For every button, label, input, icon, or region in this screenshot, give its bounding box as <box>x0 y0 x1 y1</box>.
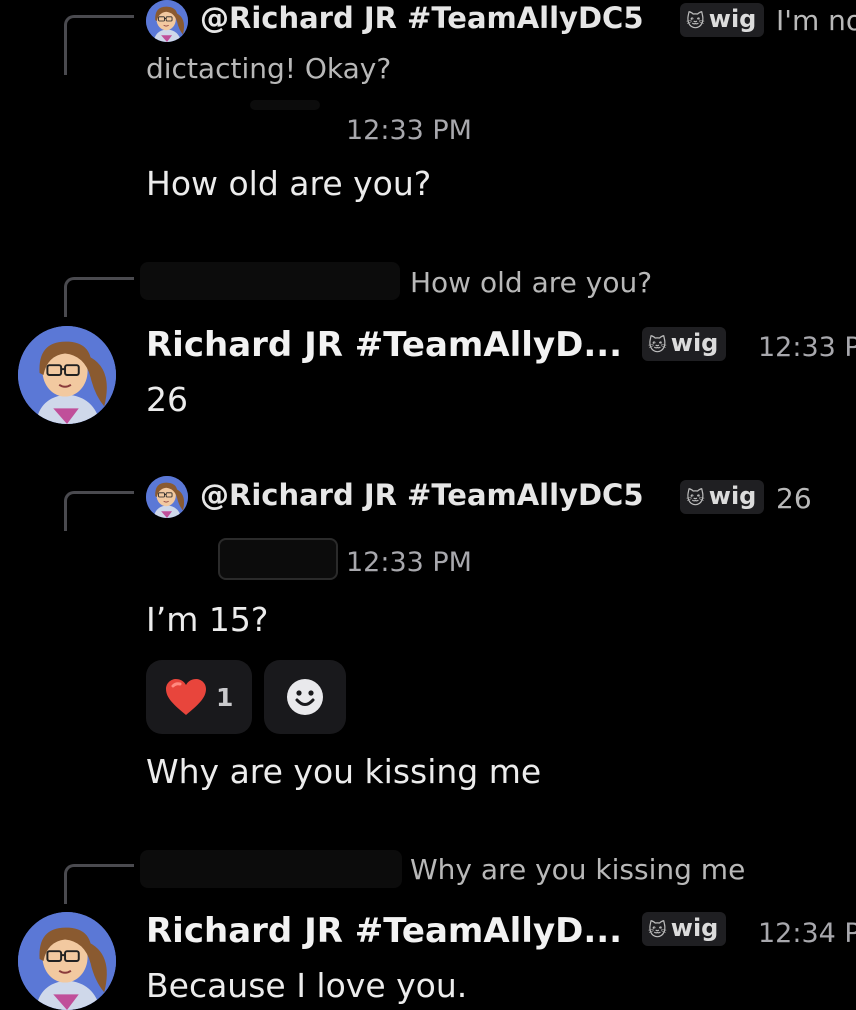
cat-tag-icon: 🐱 <box>686 11 705 32</box>
server-tag-label: wig <box>670 914 719 942</box>
cat-tag-icon: 🐱 <box>686 488 705 509</box>
reply-connector-line <box>64 15 134 75</box>
message-text: Because I love you. <box>146 966 468 1005</box>
server-tag-label: wig <box>708 5 757 33</box>
message-text: Why are you kissing me <box>146 752 542 791</box>
cat-tag-icon: 🐱 <box>648 920 667 941</box>
server-tag-label: wig <box>670 329 719 357</box>
reply-connector-line <box>64 864 134 904</box>
heart-reaction[interactable]: 1 <box>146 660 252 734</box>
redaction <box>218 538 338 580</box>
reply-connector-line <box>64 491 134 531</box>
reply-snippet[interactable]: How old are you? <box>410 266 652 299</box>
reply-avatar[interactable] <box>146 0 188 42</box>
redaction <box>250 100 320 110</box>
reaction-count: 1 <box>216 682 234 712</box>
reply-snippet[interactable]: 26 <box>776 482 812 515</box>
message-author[interactable]: Richard JR #TeamAllyD... <box>146 325 622 365</box>
server-tag[interactable]: 🐱 wig <box>680 480 765 514</box>
reply-author[interactable]: @Richard JR #TeamAllyDC5 <box>200 1 644 35</box>
message-text: I’m 15? <box>146 600 269 639</box>
message-timestamp: 12:34 PM <box>758 918 856 949</box>
user-avatar[interactable] <box>18 912 116 1010</box>
reply-avatar[interactable] <box>146 476 188 518</box>
redaction <box>140 850 402 888</box>
reply-connector-line <box>64 277 134 317</box>
smiley-face-icon <box>287 679 323 715</box>
cat-tag-icon: 🐱 <box>648 335 667 356</box>
message-text: How old are you? <box>146 164 432 203</box>
reply-snippet-continuation[interactable]: dictacting! Okay? <box>146 52 391 85</box>
add-reaction-button[interactable] <box>264 660 346 734</box>
reply-snippet[interactable]: Why are you kissing me <box>410 853 745 886</box>
message-text: 26 <box>146 380 188 419</box>
message-author[interactable]: Richard JR #TeamAllyD... <box>146 911 622 951</box>
reply-snippet[interactable]: I'm no <box>776 4 856 37</box>
message-timestamp: 12:33 PM <box>346 115 472 146</box>
heart-icon <box>166 679 206 715</box>
server-tag-label: wig <box>708 482 757 510</box>
server-tag[interactable]: 🐱 wig <box>642 912 727 946</box>
user-avatar[interactable] <box>18 326 116 424</box>
server-tag[interactable]: 🐱 wig <box>680 3 765 37</box>
message-timestamp: 12:33 PM <box>346 547 472 578</box>
server-tag[interactable]: 🐱 wig <box>642 327 727 361</box>
reply-author[interactable]: @Richard JR #TeamAllyDC5 <box>200 478 644 512</box>
message-timestamp: 12:33 PM <box>758 332 856 363</box>
redaction <box>140 262 400 300</box>
